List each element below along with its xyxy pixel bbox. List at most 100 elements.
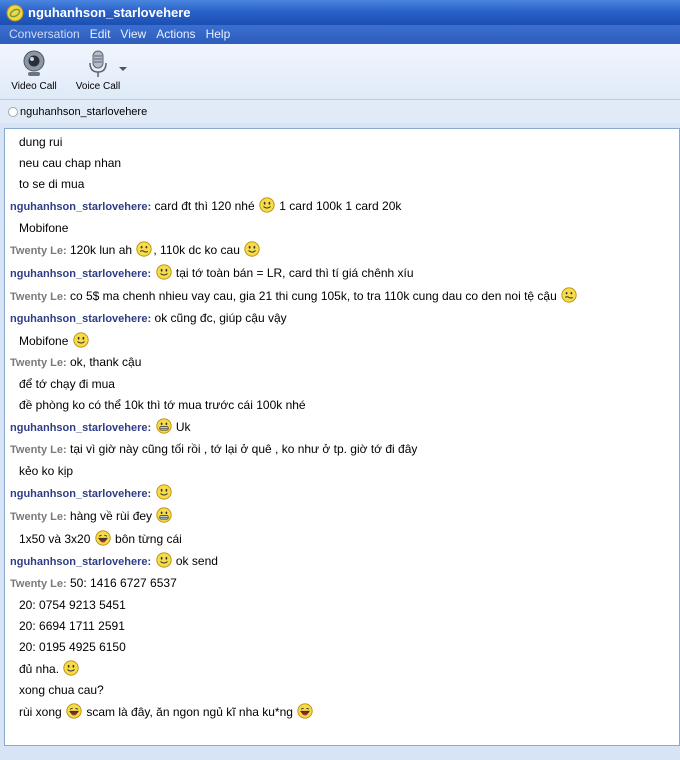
- emoticon-smile-icon: [155, 484, 172, 500]
- message-sender: nguhanhson_starlovehere:: [10, 268, 152, 280]
- chat-message: 20: 0754 9213 5451: [10, 597, 679, 614]
- message-text: tại vì giờ này cũng tối rồi , tớ lại ở q…: [69, 442, 418, 456]
- message-text: 50: 1416 6727 6537: [69, 576, 177, 590]
- menu-bar: Conversation Edit View Actions Help: [0, 25, 680, 44]
- message-text: tại tớ toàn bán = LR, card thì tí giá ch…: [172, 266, 414, 280]
- chat-message: 20: 0195 4925 6150: [10, 639, 679, 656]
- message-text: 1x50 và 3x20: [19, 532, 94, 546]
- chat-message: nguhanhson_starlovehere: card đt thì 120…: [10, 197, 679, 216]
- contact-bar: nguhanhson_starlovehere: [0, 100, 680, 123]
- message-text: 120k lun ah: [69, 243, 136, 257]
- emoticon-worried-icon: [561, 287, 577, 303]
- video-call-button[interactable]: Video Call: [6, 49, 62, 97]
- chat-message: Mobifone: [10, 332, 679, 350]
- message-sender: nguhanhson_starlovehere:: [10, 422, 152, 434]
- emoticon-laugh-icon: [95, 530, 111, 546]
- menu-actions[interactable]: Actions: [151, 25, 200, 44]
- chat-message: Mobifone: [10, 220, 679, 237]
- messenger-icon: [6, 4, 24, 21]
- chat-message: nguhanhson_starlovehere: Uk: [10, 418, 679, 437]
- message-text: ok send: [172, 554, 218, 568]
- chat-transcript[interactable]: dung rui neu cau chap nhan to se di mua ngu…: [4, 128, 680, 746]
- toolbar: Video Call Voice Call: [0, 44, 680, 100]
- message-text: card đt thì 120 nhé: [154, 199, 258, 213]
- message-sender: Twenty Le:: [10, 245, 67, 257]
- message-text: 20: 0195 4925 6150: [19, 640, 126, 654]
- chat-message: Twenty Le: co 5$ ma chenh nhieu vay cau,…: [10, 287, 679, 306]
- message-text: kẻo ko kịp: [19, 464, 74, 478]
- chat-message: neu cau chap nhan: [10, 155, 679, 172]
- status-icon: [8, 106, 18, 117]
- message-text: scam là đây, ăn ngon ngủ kĩ nha ku*ng: [83, 705, 297, 719]
- emoticon-smile-icon: [244, 241, 260, 257]
- webcam-icon: [23, 50, 45, 76]
- message-text: đề phòng ko có thể 10k thì tớ mua trước …: [19, 398, 306, 412]
- chat-message: 20: 6694 1711 2591: [10, 618, 679, 635]
- message-sender: nguhanhson_starlovehere:: [10, 556, 152, 568]
- message-text: co 5$ ma chenh nhieu vay cau, gia 21 thi…: [69, 289, 561, 303]
- emoticon-smile-icon: [155, 552, 172, 568]
- menu-view[interactable]: View: [115, 25, 151, 44]
- chat-message: kẻo ko kịp: [10, 463, 679, 480]
- voice-call-label: Voice Call: [75, 81, 121, 92]
- chat-message: Twenty Le: 120k lun ah , 110k dc ko cau: [10, 241, 679, 260]
- message-sender: nguhanhson_starlovehere:: [10, 313, 152, 325]
- microphone-icon: [89, 50, 107, 77]
- menu-help[interactable]: Help: [201, 25, 236, 44]
- menu-edit[interactable]: Edit: [85, 25, 116, 44]
- message-text: rùi xong: [19, 705, 66, 719]
- message-sender: nguhanhson_starlovehere:: [10, 201, 152, 213]
- emoticon-smile-icon: [73, 332, 89, 348]
- title-bar: nguhanhson_starlovehere: [0, 0, 680, 25]
- input-area-edge: [0, 746, 680, 760]
- chat-message: dung rui: [10, 134, 679, 151]
- chevron-down-icon[interactable]: [118, 64, 128, 74]
- emoticon-grin-icon: [156, 507, 173, 523]
- message-sender: Twenty Le:: [10, 444, 67, 456]
- chat-message: Twenty Le: hàng về rùi đey: [10, 507, 679, 526]
- chat-message: xong chua cau?: [10, 682, 679, 699]
- emoticon-laugh-icon: [66, 703, 82, 719]
- video-call-label: Video Call: [11, 81, 57, 92]
- message-text: hàng về rùi đey: [69, 509, 156, 523]
- chat-message: Twenty Le: 50: 1416 6727 6537: [10, 575, 679, 593]
- emoticon-smile-icon: [63, 660, 80, 676]
- message-text: Mobifone: [19, 221, 69, 235]
- menu-conversation[interactable]: Conversation: [4, 25, 85, 44]
- message-text: 1 card 100k 1 card 20k: [275, 199, 402, 213]
- chat-message: đủ nha.: [10, 660, 679, 678]
- contact-name[interactable]: nguhanhson_starlovehere: [20, 106, 147, 118]
- message-text: , 110k dc ko cau: [153, 243, 244, 257]
- message-sender: Twenty Le:: [10, 578, 67, 590]
- message-text: ok, thank cậu: [69, 355, 142, 369]
- emoticon-laugh-icon: [297, 703, 313, 719]
- message-text: để tớ chạy đi mua: [19, 377, 115, 391]
- message-sender: nguhanhson_starlovehere:: [10, 488, 152, 500]
- message-sender: Twenty Le:: [10, 357, 67, 369]
- chat-message: Twenty Le: ok, thank cậu: [10, 354, 679, 372]
- chat-message: nguhanhson_starlovehere: ok cũng đc, giú…: [10, 310, 679, 328]
- message-text: dung rui: [19, 135, 63, 149]
- message-text: 20: 6694 1711 2591: [19, 619, 125, 633]
- chat-message: Twenty Le: tại vì giờ này cũng tối rồi ,…: [10, 441, 679, 459]
- message-text: Uk: [172, 420, 191, 434]
- message-text: neu cau chap nhan: [19, 156, 122, 170]
- message-text: to se di mua: [19, 177, 85, 191]
- chat-message: nguhanhson_starlovehere:: [10, 484, 679, 503]
- emoticon-grin-icon: [155, 418, 172, 434]
- chat-message: đề phòng ko có thể 10k thì tớ mua trước …: [10, 397, 679, 414]
- chat-message: 1x50 và 3x20 bôn từng cái: [10, 530, 679, 548]
- window-title: nguhanhson_starlovehere: [28, 5, 191, 20]
- message-text: 20: 0754 9213 5451: [19, 598, 126, 612]
- chat-message: để tớ chạy đi mua: [10, 376, 679, 393]
- chat-message: nguhanhson_starlovehere: tại tớ toàn bán…: [10, 264, 679, 283]
- emoticon-smile-icon: [259, 197, 275, 213]
- message-text: ok cũng đc, giúp cậu vậy: [154, 311, 287, 325]
- message-sender: Twenty Le:: [10, 291, 67, 303]
- message-text: bôn từng cái: [111, 532, 182, 546]
- chat-message: nguhanhson_starlovehere: ok send: [10, 552, 679, 571]
- message-list: dung rui neu cau chap nhan to se di mua ngu…: [5, 129, 679, 721]
- chat-message: rùi xong scam là đây, ăn ngon ngủ kĩ nha…: [10, 703, 679, 721]
- message-text: Mobifone: [19, 334, 72, 348]
- emoticon-smile-icon: [155, 264, 172, 280]
